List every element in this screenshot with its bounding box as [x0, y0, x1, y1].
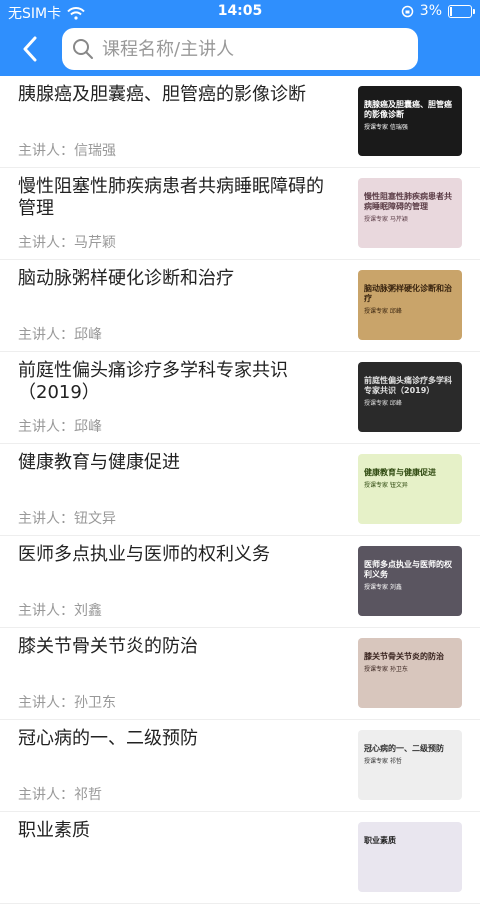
- course-thumbnail[interactable]: 医师多点执业与医师的权利义务授课专家 刘鑫: [358, 546, 462, 616]
- lecturer-name: 邱峰: [74, 419, 102, 435]
- lecturer-prefix: 主讲人：: [18, 787, 74, 803]
- lecturer-name: 马芹颖: [74, 235, 116, 251]
- rotation-lock-icon: [401, 5, 414, 17]
- course-item[interactable]: 慢性阻塞性肺疾病患者共病睡眠障碍的管理主讲人：马芹颖 慢性阻塞性肺疾病患者共病睡眠…: [0, 168, 480, 260]
- lecturer-name: 钮文异: [74, 511, 116, 527]
- course-item[interactable]: 职业素质 职业素质: [0, 812, 480, 904]
- thumbnail-speaker: 授课专家 信瑞强: [364, 124, 408, 131]
- thumbnail-title: 医师多点执业与医师的权利义务: [364, 560, 452, 579]
- course-item[interactable]: 冠心病的一、二级预防 主讲人：祁哲 冠心病的一、二级预防 授课专家 祁哲: [0, 720, 480, 812]
- course-thumbnail[interactable]: 膝关节骨关节炎的防治 授课专家 孙卫东: [358, 638, 462, 708]
- course-lecturer: 主讲人：邱峰: [18, 324, 102, 344]
- thumbnail-title: 前庭性偏头痛诊疗多学科专家共识（2019）: [364, 376, 452, 395]
- battery-percent: 3%: [419, 3, 442, 19]
- lecturer-name: 邱峰: [74, 327, 102, 343]
- top-bar: 无SIM卡 14:05 3%: [0, 0, 480, 76]
- thumbnail-speaker: 授课专家 祁哲: [364, 758, 402, 765]
- course-lecturer: 主讲人：刘鑫: [18, 600, 102, 620]
- thumbnail-title: 健康教育与健康促进: [364, 468, 436, 477]
- course-title: 前庭性偏头痛诊疗多学科专家共识（2019）: [18, 360, 288, 403]
- thumbnail-speaker: 授课专家 邱峰: [364, 308, 402, 315]
- course-lecturer: 主讲人：钮文异: [18, 508, 116, 528]
- course-thumbnail[interactable]: 职业素质: [358, 822, 462, 892]
- course-title: 健康教育与健康促进: [18, 452, 180, 473]
- course-lecturer: 主讲人：邱峰: [18, 416, 102, 436]
- course-lecturer: 主讲人：信瑞强: [18, 140, 116, 160]
- thumbnail-title: 脑动脉粥样硬化诊断和治疗: [364, 284, 452, 303]
- lecturer-prefix: 主讲人：: [18, 695, 74, 711]
- back-button[interactable]: [14, 32, 46, 66]
- search-icon: [73, 39, 93, 59]
- course-title: 胰腺癌及胆囊癌、胆管癌的影像诊断: [18, 84, 306, 105]
- thumbnail-speaker: 授课专家 孙卫东: [364, 666, 408, 673]
- thumbnail-title: 膝关节骨关节炎的防治: [364, 652, 444, 661]
- course-title: 脑动脉粥样硬化诊断和治疗: [18, 268, 234, 289]
- course-thumbnail[interactable]: 脑动脉粥样硬化诊断和治疗授课专家 邱峰: [358, 270, 462, 340]
- lecturer-name: 祁哲: [74, 787, 102, 803]
- status-bar: 无SIM卡 14:05 3%: [0, 0, 480, 24]
- lecturer-name: 刘鑫: [74, 603, 102, 619]
- course-title: 冠心病的一、二级预防: [18, 728, 198, 749]
- course-thumbnail[interactable]: 健康教育与健康促进 授课专家 钮文异: [358, 454, 462, 524]
- course-thumbnail[interactable]: 慢性阻塞性肺疾病患者共病睡眠障碍的管理授课专家 马芹颖: [358, 178, 462, 248]
- thumbnail-title: 慢性阻塞性肺疾病患者共病睡眠障碍的管理: [364, 192, 452, 211]
- course-lecturer: 主讲人：孙卫东: [18, 692, 116, 712]
- lecturer-prefix: 主讲人：: [18, 143, 74, 159]
- course-title: 职业素质: [18, 820, 90, 841]
- search-box[interactable]: [62, 28, 418, 70]
- course-lecturer: 主讲人：马芹颖: [18, 232, 116, 252]
- thumbnail-title: 职业素质: [364, 836, 396, 845]
- lecturer-prefix: 主讲人：: [18, 419, 74, 435]
- battery-icon: [448, 4, 475, 18]
- course-item[interactable]: 前庭性偏头痛诊疗多学科专家共识（2019） 主讲人：邱峰 前庭性偏头痛诊疗多学科专家…: [0, 352, 480, 444]
- lecturer-prefix: 主讲人：: [18, 603, 74, 619]
- thumbnail-speaker: 授课专家 邱峰: [364, 400, 402, 407]
- lecturer-prefix: 主讲人：: [18, 511, 74, 527]
- course-title: 医师多点执业与医师的权利义务: [18, 544, 270, 565]
- lecturer-prefix: 主讲人：: [18, 235, 74, 251]
- course-thumbnail[interactable]: 前庭性偏头痛诊疗多学科专家共识（2019） 授课专家 邱峰: [358, 362, 462, 432]
- course-item[interactable]: 医师多点执业与医师的权利义务 主讲人：刘鑫 医师多点执业与医师的权利义务 授课专家 刘…: [0, 536, 480, 628]
- lecturer-prefix: 主讲人：: [18, 327, 74, 343]
- thumbnail-title: 胰腺癌及胆囊癌、胆管癌的影像诊断: [364, 100, 452, 119]
- course-item[interactable]: 健康教育与健康促进 主讲人：钮文异 健康教育与健康促进 授课专家 钮文异: [0, 444, 480, 536]
- course-list: 胰腺癌及胆囊癌、胆管癌的影像诊断 主讲人：信瑞强 胰腺癌及胆囊癌、胆管癌的影像诊断授…: [0, 76, 480, 904]
- course-item[interactable]: 脑动脉粥样硬化诊断和治疗 主讲人：邱峰 脑动脉粥样硬化诊断和治疗 授课专家 邱峰: [0, 260, 480, 352]
- thumbnail-title: 冠心病的一、二级预防: [364, 744, 444, 753]
- course-item[interactable]: 胰腺癌及胆囊癌、胆管癌的影像诊断 主讲人：信瑞强 胰腺癌及胆囊癌、胆管癌的影像诊断授…: [0, 76, 480, 168]
- course-thumbnail[interactable]: 冠心病的一、二级预防 授课专家 祁哲: [358, 730, 462, 800]
- course-item[interactable]: 膝关节骨关节炎的防治 主讲人：孙卫东 膝关节骨关节炎的防治 授课专家 孙卫东: [0, 628, 480, 720]
- search-input[interactable]: [100, 37, 404, 61]
- chevron-left-icon: [23, 36, 37, 62]
- lecturer-name: 孙卫东: [74, 695, 116, 711]
- thumbnail-speaker: 授课专家 马芹颖: [364, 216, 408, 223]
- course-title: 慢性阻塞性肺疾病患者共病睡眠障碍的管理: [18, 176, 324, 219]
- course-lecturer: 主讲人：祁哲: [18, 784, 102, 804]
- lecturer-name: 信瑞强: [74, 143, 116, 159]
- thumbnail-speaker: 授课专家 刘鑫: [364, 584, 402, 591]
- course-title: 膝关节骨关节炎的防治: [18, 636, 198, 657]
- course-thumbnail[interactable]: 胰腺癌及胆囊癌、胆管癌的影像诊断授课专家 信瑞强: [358, 86, 462, 156]
- thumbnail-speaker: 授课专家 钮文异: [364, 482, 408, 489]
